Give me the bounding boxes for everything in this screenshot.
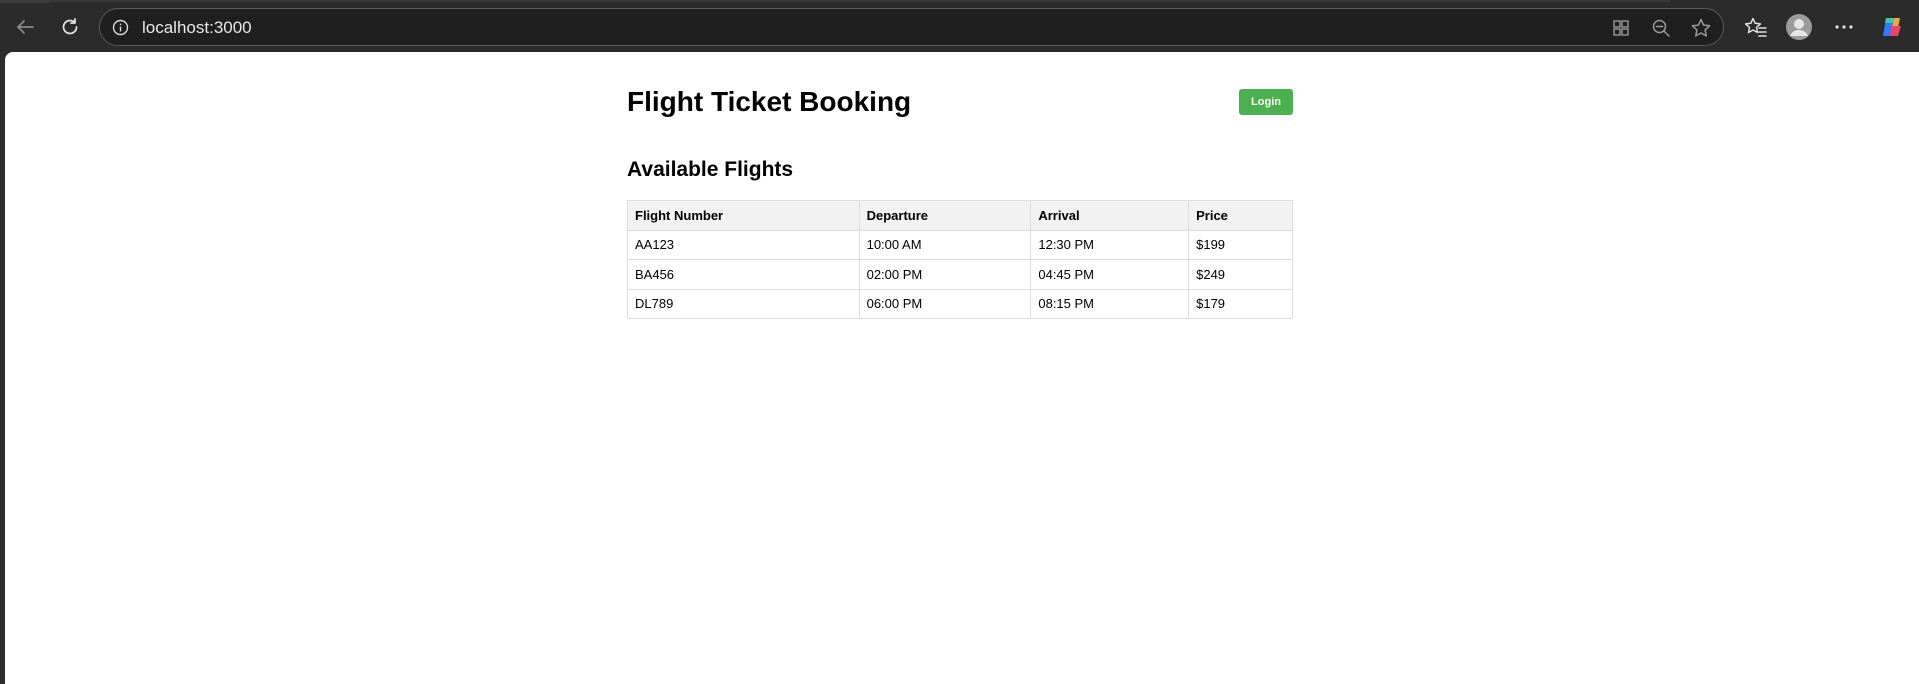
departure-cell: 06:00 PM [858,288,1032,319]
tab-strip-edge [50,0,1670,2]
table-row: BA456 02:00 PM 04:45 PM $249 [627,259,1293,290]
reload-icon [59,16,81,38]
column-header-departure: Departure [858,200,1032,231]
column-header-price: Price [1188,200,1293,231]
price-cell: $199 [1188,229,1293,260]
column-header-flight-number: Flight Number [627,200,860,231]
page-viewport: Flight Ticket Booking Login Available Fl… [5,52,1919,684]
url-text[interactable]: localhost:3000 [142,18,252,38]
zoom-out-icon[interactable] [1649,16,1673,40]
column-header-arrival: Arrival [1030,200,1190,231]
page-title: Flight Ticket Booking [627,86,912,117]
reload-button[interactable] [53,10,87,44]
departure-cell: 02:00 PM [858,259,1032,290]
profile-avatar-icon[interactable] [1785,13,1813,41]
favorites-icon[interactable] [1742,13,1770,41]
app-grid-icon[interactable] [1609,16,1633,40]
more-icon[interactable] [1830,13,1858,41]
page-header: Flight Ticket Booking Login [627,84,1293,120]
tab-strip-edge [0,0,50,3]
flights-table: Flight Number Departure Arrival Price AA… [627,200,1293,319]
address-bar[interactable]: localhost:3000 [99,8,1724,46]
login-button[interactable]: Login [1239,89,1293,115]
price-cell: $179 [1188,288,1293,319]
info-icon[interactable] [112,19,129,36]
flight-number-cell: BA456 [627,259,860,290]
table-header-row: Flight Number Departure Arrival Price [627,200,1293,231]
arrival-cell: 12:30 PM [1030,229,1190,260]
back-button[interactable] [8,10,42,44]
browser-toolbar: localhost:3000 [0,0,1919,52]
table-row: AA123 10:00 AM 12:30 PM $199 [627,229,1293,260]
copilot-icon[interactable] [1878,13,1906,41]
price-cell: $249 [1188,259,1293,290]
section-title: Available Flights [627,158,794,181]
arrow-left-icon [14,16,36,38]
arrival-cell: 08:15 PM [1030,288,1190,319]
arrival-cell: 04:45 PM [1030,259,1190,290]
table-row: DL789 06:00 PM 08:15 PM $179 [627,288,1293,319]
flight-number-cell: AA123 [627,229,860,260]
flight-number-cell: DL789 [627,288,860,319]
star-icon[interactable] [1689,16,1713,40]
departure-cell: 10:00 AM [858,229,1032,260]
